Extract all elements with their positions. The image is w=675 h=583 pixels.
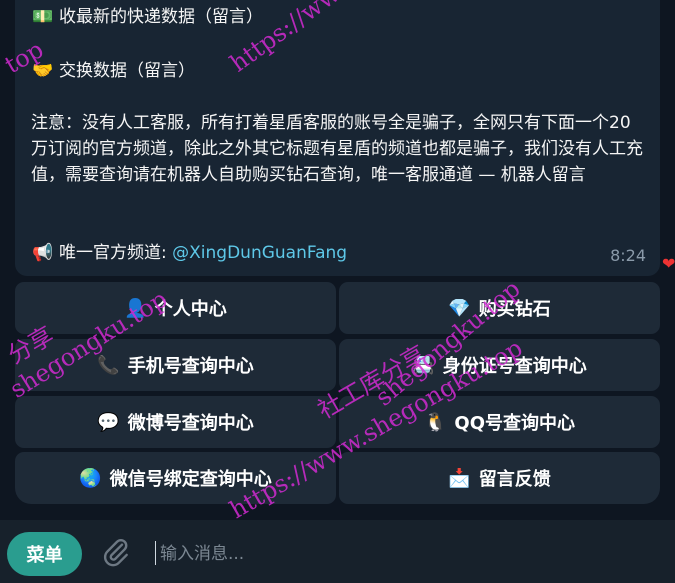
keyboard-button-3[interactable]: 📇 身份证号查询中心 — [339, 339, 660, 391]
message-line-data: 💵 收最新的快递数据（留言） — [31, 4, 263, 30]
official-channel-line: 📢 唯一官方频道: @XingDunGuanFang — [31, 240, 347, 266]
heart-reaction-icon[interactable]: ❤ — [662, 254, 675, 278]
keyboard-button-1[interactable]: 💎 购买钻石 — [339, 282, 660, 334]
id-card-icon: 📇 — [412, 354, 435, 376]
speech-bubble-icon: 💬 — [97, 411, 120, 433]
text-caret — [155, 541, 156, 565]
keyboard-button-2[interactable]: 📞 手机号查询中心 — [15, 339, 336, 391]
line1-text: 收最新的快递数据（留言） — [59, 7, 263, 27]
keyboard-button-label: 微信号绑定查询中心 — [109, 469, 272, 490]
keyboard-button-label: 身份证号查询中心 — [442, 356, 587, 377]
notice-text: 注意：没有人工客服，所有打着星盾客服的账号全是骗子，全网只有下面一个20万订阅的… — [31, 113, 643, 185]
keyboard-button-label: 个人中心 — [154, 299, 227, 320]
keyboard-button-7[interactable]: 📩 留言反馈 — [339, 452, 660, 504]
keyboard-button-label: 留言反馈 — [478, 469, 551, 490]
penguin-icon: 🐧 — [423, 411, 447, 433]
globe-icon: 🌏 — [79, 467, 102, 489]
inbox-icon: 📩 — [448, 467, 471, 489]
keyboard-button-0[interactable]: 👤 个人中心 — [15, 282, 336, 334]
handshake-icon: 🤝 — [32, 61, 54, 81]
message-line-exchange: 🤝 交换数据（留言） — [31, 58, 195, 84]
paperclip-icon[interactable] — [100, 534, 132, 570]
keyboard-button-label: 手机号查询中心 — [127, 356, 254, 377]
money-bag-icon: 💵 — [32, 7, 54, 27]
keyboard-button-label: QQ号查询中心 — [454, 413, 576, 434]
keyboard-button-4[interactable]: 💬 微博号查询中心 — [15, 396, 336, 448]
channel-label: 唯一官方频道: — [59, 243, 173, 263]
message-time: 8:24 — [610, 246, 646, 265]
channel-link[interactable]: @XingDunGuanFang — [172, 243, 347, 263]
menu-button[interactable]: 菜单 — [7, 532, 82, 576]
keyboard-button-label: 微博号查询中心 — [127, 413, 254, 434]
message-input-bar: 菜单 — [0, 520, 675, 583]
megaphone-icon: 📢 — [32, 243, 54, 263]
keyboard-button-6[interactable]: 🌏 微信号绑定查询中心 — [15, 452, 336, 504]
keyboard-button-5[interactable]: 🐧 QQ号查询中心 — [339, 396, 660, 448]
diamond-icon: 💎 — [448, 297, 471, 319]
message-bubble: 💵 收最新的快递数据（留言） 🤝 交换数据（留言） 注意：没有人工客服，所有打着星盾… — [15, 0, 660, 276]
message-input[interactable] — [158, 538, 642, 570]
line2-text: 交换数据（留言） — [59, 61, 195, 81]
chat-area: 💵 收最新的快递数据（留言） 🤝 交换数据（留言） 注意：没有人工客服，所有打着星盾… — [0, 0, 675, 524]
keyboard-button-label: 购买钻石 — [478, 299, 551, 320]
user-icon: 👤 — [124, 297, 147, 319]
phone-icon: 📞 — [97, 354, 120, 376]
